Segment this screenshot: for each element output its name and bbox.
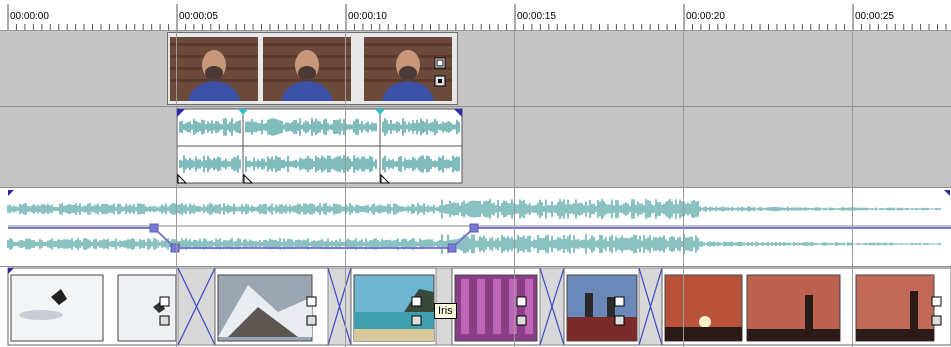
skyline [747,329,840,341]
flower-spike [461,279,469,334]
snow-spray [19,310,63,320]
envelope-point [149,223,159,233]
pan-crop-icon [411,296,422,307]
sun [699,316,711,328]
flower-spike [493,279,501,334]
flower-spike [477,279,485,334]
tower [910,291,918,335]
person [585,293,593,317]
clip-marker [8,190,14,196]
timeline[interactable]: 00:00:00 00:00:05 00:00:10 00:00:15 00:0… [0,0,951,347]
flower-spike [509,279,517,334]
pan-crop-icon [159,296,170,307]
grid-line-15s [514,30,515,347]
music-audio-track[interactable] [0,188,951,267]
main-video-clips[interactable] [0,267,951,347]
presenter-clip[interactable] [167,32,458,105]
pan-crop-icon [306,296,317,307]
person [607,297,615,317]
pan-crop-icon [931,296,942,307]
transition-tooltip: Iris [434,303,457,319]
clip-marker [944,190,950,196]
grid-line-5s [176,30,177,347]
music-waveform-right [7,234,941,254]
pan-crop-icon [516,296,527,307]
snowboard-thumb-1 [10,274,104,342]
envelope-point [469,223,479,233]
music-audio-clip[interactable] [0,188,951,266]
grid-line-25s [852,30,853,347]
voice-audio-clips[interactable] [0,107,951,187]
envelope-point [447,243,457,253]
pan-crop-icon[interactable] [433,56,447,70]
event-fx-icon[interactable] [433,74,447,88]
audio-voice-track[interactable] [0,107,951,188]
envelope-point [170,243,180,253]
music-waveform-left [7,199,941,219]
grid-line-10s [345,30,346,347]
event-fx-icon [614,315,625,326]
event-fx-icon [516,315,527,326]
time-ruler[interactable]: 00:00:00 00:00:05 00:00:10 00:00:15 00:0… [0,0,951,31]
boat-hull [567,317,637,341]
skyline [856,329,934,341]
presenter-thumb-2 [263,37,351,101]
ruler-ticks [7,4,947,30]
event-fx-icon [306,315,317,326]
snowboard-thumb-2 [117,274,177,342]
event-fx-icon [411,315,422,326]
skyline [665,327,742,341]
main-video-track[interactable]: Iris [0,267,951,347]
event-fx-icon [159,315,170,326]
presenter-thumb-1 [170,37,258,101]
sand [354,329,434,341]
event-fx-icon [931,315,942,326]
pan-crop-icon [614,296,625,307]
video-overlay-track[interactable] [0,31,951,107]
grid-line-20s [683,30,684,347]
